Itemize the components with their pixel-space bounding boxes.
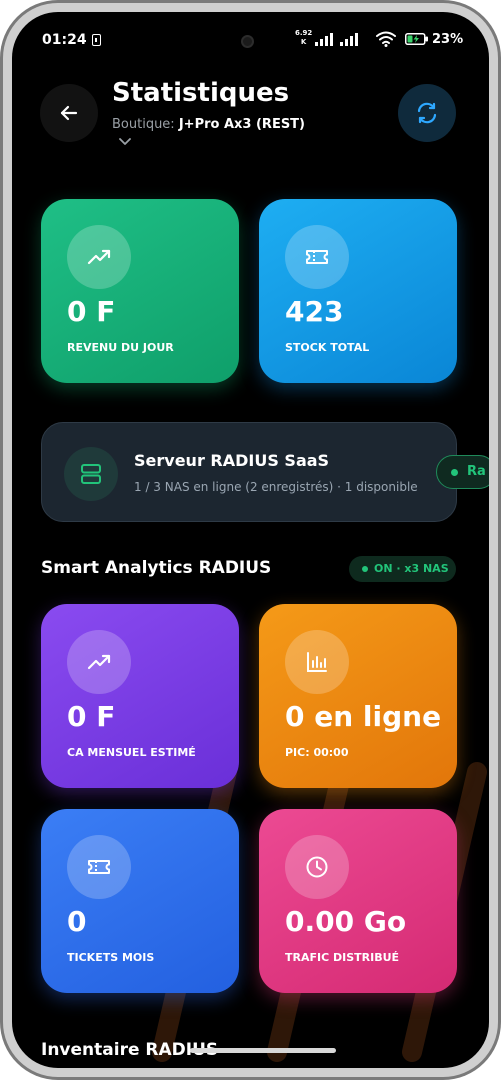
battery-percent: 23% [432, 32, 464, 47]
server-icon [64, 447, 118, 501]
sim-icon [92, 34, 101, 46]
network-speed-unit: K [300, 38, 307, 46]
front-camera [241, 35, 254, 48]
clock-icon [285, 835, 349, 899]
revenue-label: REVENU DU JOUR [67, 341, 174, 354]
online-users-value: 0 en ligne [285, 700, 442, 733]
bar-chart-icon [285, 630, 349, 694]
analytics-status-badge: ON · x3 NAS [349, 556, 456, 582]
trending-up-icon [67, 630, 131, 694]
online-users-peak: PIC: 00:00 [285, 746, 349, 759]
page-title: Statistiques [112, 78, 290, 108]
refresh-icon [417, 102, 437, 124]
ticket-icon [285, 225, 349, 289]
wifi-icon [376, 31, 396, 47]
app-screen: 01:24 6.92 K 23% Statistiques Boutique: … [12, 12, 489, 1068]
radius-server-title: Serveur RADIUS SaaS [134, 451, 330, 470]
monthly-revenue-value: 0 F [67, 700, 116, 733]
chevron-down-icon[interactable] [118, 136, 132, 146]
analytics-status-text: ON · x3 NAS [374, 562, 449, 575]
radius-server-card[interactable]: Serveur RADIUS SaaS 1 / 3 NAS en ligne (… [41, 422, 457, 522]
revenue-value: 0 F [67, 295, 116, 328]
monthly-tickets-card[interactable]: 0 TICKETS MOIS [41, 809, 239, 993]
trending-up-icon [67, 225, 131, 289]
battery-icon [405, 33, 428, 45]
ticket-icon [67, 835, 131, 899]
radius-server-subtitle: 1 / 3 NAS en ligne (2 enregistrés) · 1 d… [134, 480, 418, 494]
back-button[interactable] [40, 84, 98, 142]
traffic-card[interactable]: 0.00 Go TRAFIC DISTRIBUÉ [259, 809, 457, 993]
stock-label: STOCK TOTAL [285, 341, 370, 354]
status-dot [451, 469, 458, 476]
status-time: 01:24 [42, 32, 87, 48]
stock-card[interactable]: 423 STOCK TOTAL [259, 199, 457, 383]
stock-value: 423 [285, 295, 344, 328]
revenue-card[interactable]: 0 F REVENU DU JOUR [41, 199, 239, 383]
traffic-value: 0.00 Go [285, 905, 407, 938]
traffic-label: TRAFIC DISTRIBUÉ [285, 951, 400, 964]
monthly-tickets-label: TICKETS MOIS [67, 951, 155, 964]
shop-label: Boutique: [112, 117, 175, 132]
analytics-section-title: Smart Analytics RADIUS [41, 558, 272, 578]
status-bar: 01:24 6.92 K 23% [12, 12, 489, 54]
shop-value: J+Pro Ax3 (REST) [178, 117, 305, 132]
monthly-tickets-value: 0 [67, 905, 87, 938]
network-speed: 6.92 K [295, 29, 312, 47]
online-users-card[interactable]: 0 en ligne PIC: 00:00 [259, 604, 457, 788]
monthly-revenue-card[interactable]: 0 F CA MENSUEL ESTIMÉ [41, 604, 239, 788]
radius-status-text: Ra [467, 464, 486, 479]
status-dot [362, 566, 368, 572]
network-speed-value: 6.92 [295, 29, 313, 37]
arrow-left-icon [60, 105, 78, 121]
refresh-button[interactable] [398, 84, 456, 142]
monthly-revenue-label: CA MENSUEL ESTIMÉ [67, 746, 196, 759]
home-indicator[interactable] [190, 1048, 336, 1053]
shop-selector[interactable]: Boutique: J+Pro Ax3 (REST) [112, 117, 305, 132]
signal-icon [315, 33, 358, 46]
radius-status-badge: Ra [436, 455, 489, 489]
